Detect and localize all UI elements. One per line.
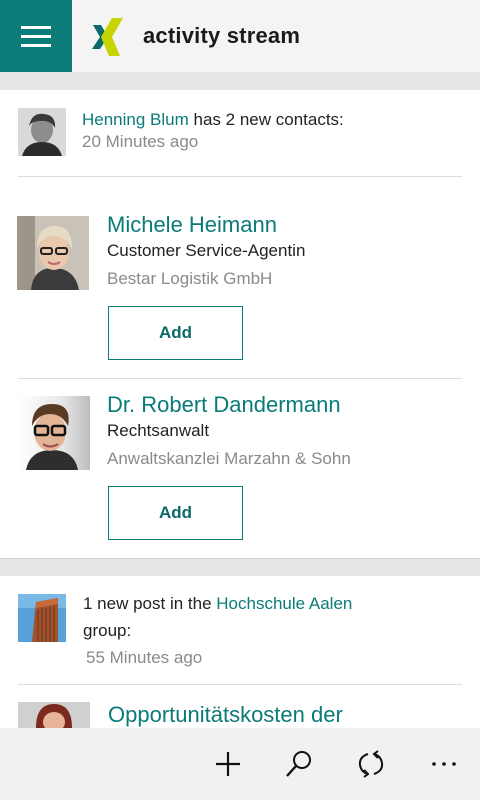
xing-logo-icon	[92, 18, 123, 56]
timestamp: 20 Minutes ago	[82, 132, 199, 151]
contacts-event-line: Henning Blum has 2 new contacts:	[82, 110, 344, 130]
contact-name[interactable]: Michele Heimann	[107, 212, 277, 238]
page-title: activity stream	[143, 23, 301, 48]
more-icon[interactable]	[426, 746, 462, 782]
refresh-icon[interactable]	[353, 746, 389, 782]
group-event-suffix: group:	[83, 621, 132, 640]
add-contact-button[interactable]: Add	[108, 486, 243, 540]
timestamp: 55 Minutes ago	[86, 648, 203, 667]
search-icon[interactable]	[281, 746, 317, 782]
section-separator	[0, 558, 480, 576]
avatar-henning-blum[interactable]	[18, 108, 66, 156]
actor-link[interactable]: Henning Blum	[82, 110, 189, 129]
app-bar	[0, 728, 480, 800]
contact-role: Customer Service-Agentin	[107, 241, 306, 260]
add-icon[interactable]	[210, 746, 246, 782]
post-title[interactable]: Opportunitätskosten der	[108, 702, 343, 728]
contacts-event-text: has 2 new contacts:	[193, 110, 344, 129]
avatar-post-author[interactable]	[18, 702, 90, 728]
divider	[18, 684, 462, 685]
app-header: activity stream	[0, 0, 480, 72]
section-separator	[0, 72, 480, 90]
group-link[interactable]: Hochschule Aalen	[216, 594, 352, 613]
divider	[18, 378, 462, 379]
contact-company: Anwaltskanzlei Marzahn & Sohn	[107, 449, 351, 468]
group-event-line: 1 new post in the Hochschule Aalen	[83, 594, 352, 614]
contact-name[interactable]: Dr. Robert Dandermann	[107, 392, 341, 418]
group-event-prefix: 1 new post in the	[83, 594, 212, 613]
divider	[18, 176, 462, 177]
group-image-hochschule-aalen[interactable]	[18, 594, 66, 642]
avatar-robert-dandermann[interactable]	[18, 396, 90, 470]
contact-role: Rechtsanwalt	[107, 421, 210, 440]
contact-company: Bestar Logistik GmbH	[107, 269, 273, 288]
hamburger-icon	[21, 20, 51, 53]
add-contact-button[interactable]: Add	[108, 306, 243, 360]
avatar-michele-heimann[interactable]	[17, 216, 89, 290]
menu-button[interactable]	[0, 0, 72, 72]
